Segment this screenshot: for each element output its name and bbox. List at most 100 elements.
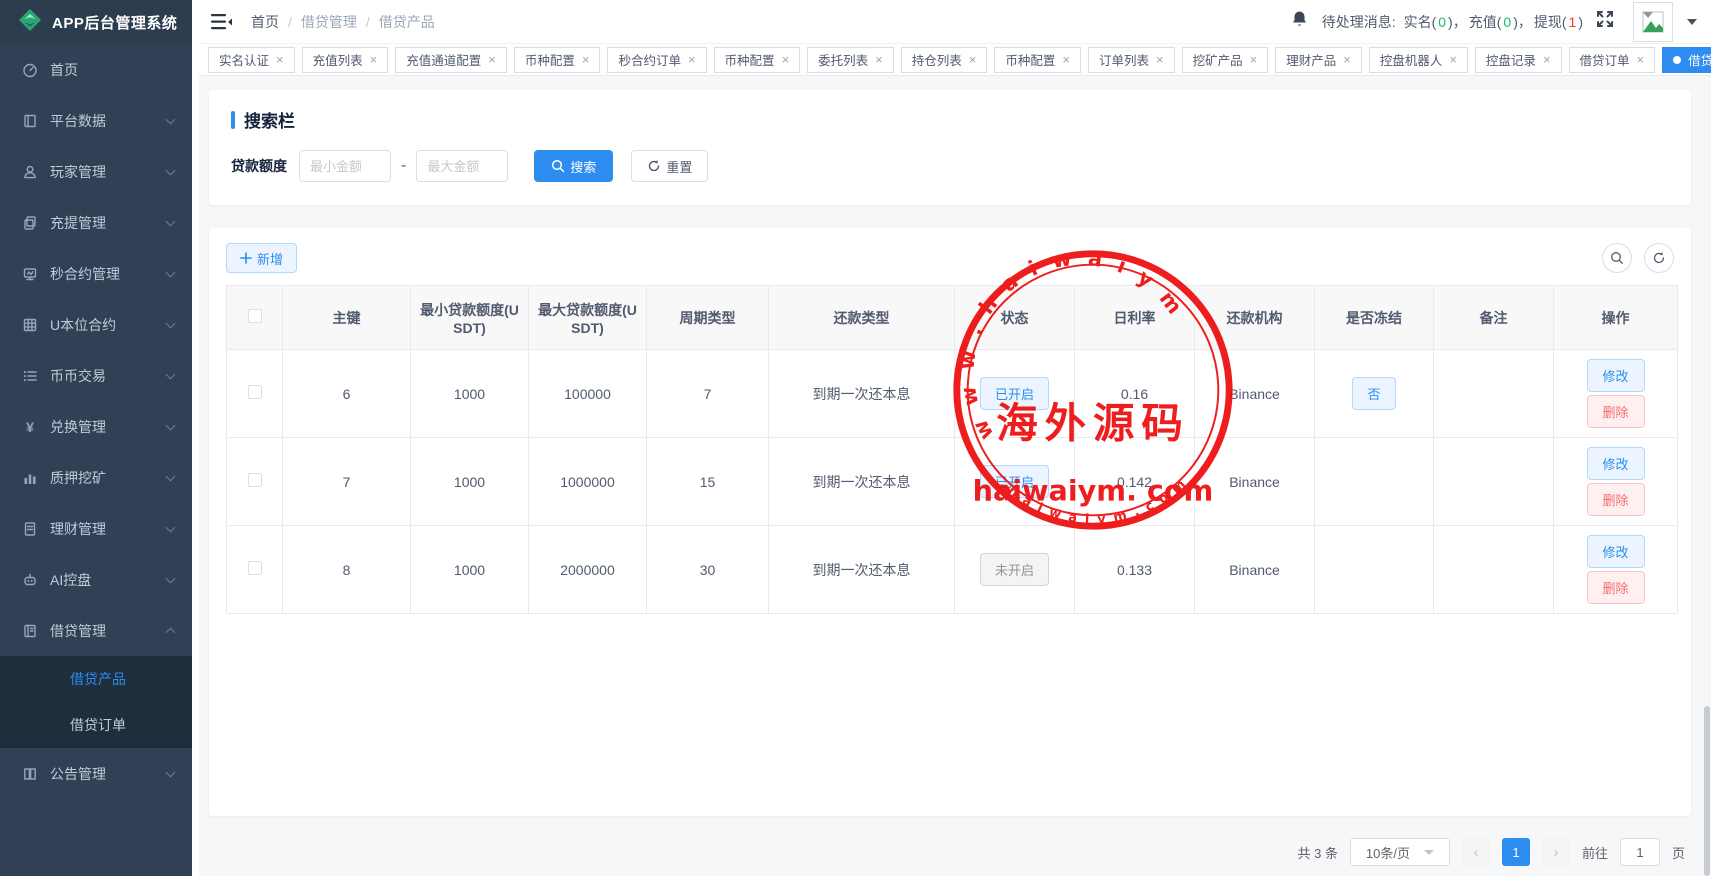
add-button[interactable]: 新增 [226, 243, 297, 273]
sidebar-item-coin-trade[interactable]: 币币交易 [0, 350, 192, 401]
chevron-down-icon [166, 267, 176, 277]
sidebar-item-staking-mining[interactable]: 质押挖矿 [0, 452, 192, 503]
refresh-icon [647, 159, 661, 173]
close-icon[interactable]: × [875, 53, 883, 66]
collapse-menu-icon[interactable] [211, 13, 233, 31]
col-period: 周期类型 [647, 286, 769, 350]
min-amount-input[interactable] [299, 150, 391, 182]
close-icon[interactable]: × [582, 53, 590, 66]
sidebar-item-platform-data[interactable]: 平台数据 [0, 95, 192, 146]
realname-count: 0 [1438, 14, 1446, 30]
goto-page-input[interactable] [1620, 838, 1660, 866]
bell-icon[interactable] [1291, 10, 1308, 33]
search-button[interactable]: 搜索 [534, 150, 613, 182]
page-size-select[interactable]: 10条/页 [1350, 838, 1450, 866]
edit-button[interactable]: 修改 [1587, 359, 1645, 392]
chevron-down-icon [1424, 850, 1434, 855]
breadcrumb-lending[interactable]: 借贷管理 [301, 12, 357, 32]
breadcrumb-home[interactable]: 首页 [251, 12, 279, 32]
tab-12[interactable]: 控盘机器人× [1369, 47, 1468, 73]
edit-button[interactable]: 修改 [1587, 535, 1645, 568]
tab-4[interactable]: 秒合约订单× [607, 47, 706, 73]
delete-button[interactable]: 删除 [1587, 395, 1645, 428]
delete-button[interactable]: 删除 [1587, 483, 1645, 516]
close-icon[interactable]: × [688, 53, 696, 66]
close-icon[interactable]: × [1156, 53, 1164, 66]
status-toggle-button[interactable]: 已开启 [980, 465, 1049, 498]
close-icon[interactable]: × [1250, 53, 1258, 66]
col-frozen: 是否冻结 [1315, 286, 1434, 350]
row-checkbox[interactable] [248, 473, 262, 487]
tab-11[interactable]: 理财产品× [1275, 47, 1362, 73]
chevron-down-icon [166, 471, 176, 481]
tab-2[interactable]: 充值通道配置× [395, 47, 507, 73]
status-toggle-button[interactable]: 未开启 [980, 553, 1049, 586]
sidebar-item-lending-orders[interactable]: 借贷订单 [0, 702, 192, 748]
search-form: 贷款额度 - 搜索 重置 [231, 150, 1669, 182]
tab-5[interactable]: 币种配置× [714, 47, 801, 73]
close-icon[interactable]: × [488, 53, 496, 66]
delete-button[interactable]: 删除 [1587, 571, 1645, 604]
tab-7[interactable]: 持仓列表× [901, 47, 988, 73]
tab-0[interactable]: 实名认证× [208, 47, 295, 73]
close-icon[interactable]: × [969, 53, 977, 66]
app-title: APP后台管理系统 [52, 12, 177, 33]
tab-14[interactable]: 借贷订单× [1569, 47, 1656, 73]
sidebar-scrollbar[interactable] [192, 0, 199, 876]
reset-button[interactable]: 重置 [631, 150, 708, 182]
sidebar-item-lending[interactable]: 借贷管理 [0, 605, 192, 656]
sidebar-item-home[interactable]: 首页 [0, 44, 192, 95]
user-menu-caret-icon[interactable] [1687, 19, 1697, 25]
sidebar-item-exchange[interactable]: ¥ 兑换管理 [0, 401, 192, 452]
bar-chart-icon [22, 470, 38, 486]
table-search-button[interactable] [1602, 243, 1632, 273]
tab-6[interactable]: 委托列表× [807, 47, 894, 73]
user-icon [22, 164, 38, 180]
avatar[interactable] [1633, 2, 1673, 42]
close-icon[interactable]: × [276, 53, 284, 66]
sidebar-item-wealth-management[interactable]: 理财管理 [0, 503, 192, 554]
edit-button[interactable]: 修改 [1587, 447, 1645, 480]
sidebar-item-ai-control[interactable]: AI控盘 [0, 554, 192, 605]
select-all-checkbox[interactable] [248, 309, 262, 323]
close-icon[interactable]: × [1449, 53, 1457, 66]
chevron-down-icon [166, 165, 176, 175]
sidebar-item-second-contract[interactable]: 秒合约管理 [0, 248, 192, 299]
table-refresh-button[interactable] [1644, 243, 1674, 273]
breadcrumb-current: 借贷产品 [379, 12, 435, 32]
close-icon[interactable]: × [1637, 53, 1645, 66]
fullscreen-icon[interactable] [1595, 9, 1615, 34]
close-icon[interactable]: × [370, 53, 378, 66]
close-icon[interactable]: × [782, 53, 790, 66]
sidebar-item-lending-products[interactable]: 借贷产品 [0, 656, 192, 702]
chevron-up-icon [166, 628, 176, 638]
prev-page-button[interactable]: ‹ [1462, 838, 1490, 866]
tab-9[interactable]: 订单列表× [1088, 47, 1175, 73]
tab-3[interactable]: 币种配置× [514, 47, 601, 73]
next-page-button[interactable]: › [1542, 838, 1570, 866]
max-amount-input[interactable] [416, 150, 508, 182]
sidebar-item-player-management[interactable]: 玩家管理 [0, 146, 192, 197]
tab-10[interactable]: 挖矿产品× [1182, 47, 1269, 73]
tab-1[interactable]: 充值列表× [302, 47, 389, 73]
current-page-button[interactable]: 1 [1502, 838, 1530, 866]
row-checkbox[interactable] [248, 561, 262, 575]
close-icon[interactable]: × [1343, 53, 1351, 66]
tab-8[interactable]: 币种配置× [994, 47, 1081, 73]
scrollbar-thumb[interactable] [1704, 706, 1710, 876]
row-checkbox[interactable] [248, 385, 262, 399]
list-icon [22, 368, 38, 384]
close-icon[interactable]: × [1062, 53, 1070, 66]
sidebar-item-deposit-withdraw[interactable]: 充提管理 [0, 197, 192, 248]
sidebar-item-u-contract[interactable]: U本位合约 [0, 299, 192, 350]
close-icon[interactable]: × [1543, 53, 1551, 66]
page-scrollbar[interactable] [1703, 0, 1711, 876]
products-table: 主键 最小贷款额度(USDT) 最大贷款额度(USDT) 周期类型 还款类型 状… [226, 285, 1678, 614]
active-tab-dot [1673, 56, 1681, 64]
col-institution: 还款机构 [1195, 286, 1315, 350]
tab-13[interactable]: 控盘记录× [1475, 47, 1562, 73]
sidebar-item-announcement[interactable]: 公告管理 [0, 748, 192, 799]
status-toggle-button[interactable]: 已开启 [980, 377, 1049, 410]
robot-icon [22, 572, 38, 588]
frozen-toggle-button[interactable]: 否 [1352, 377, 1395, 410]
